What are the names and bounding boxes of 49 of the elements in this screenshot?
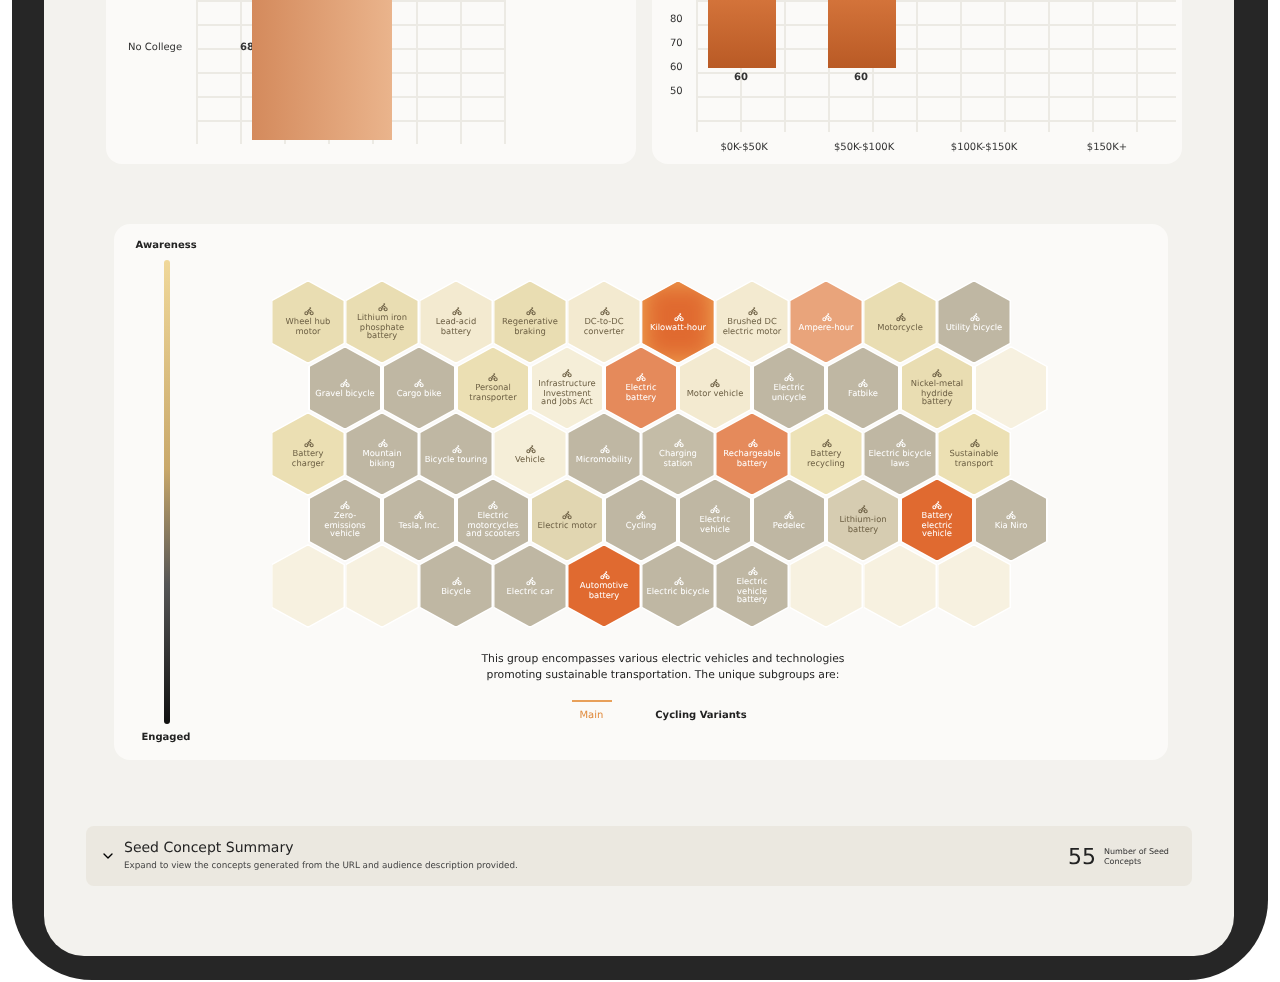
concept-count: 55 — [1068, 843, 1096, 869]
bicycle-icon — [451, 443, 461, 454]
bicycle-icon — [747, 438, 757, 449]
bicycle-icon — [895, 438, 905, 449]
bicycle-icon — [710, 504, 720, 515]
bicycle-icon — [414, 509, 424, 520]
bicycle-icon — [525, 443, 535, 454]
chart-bar — [828, 0, 896, 68]
bicycle-icon — [932, 499, 942, 510]
bicycle-icon — [821, 311, 831, 322]
bicycle-icon — [784, 509, 794, 520]
bicycle-icon — [377, 301, 387, 312]
bicycle-icon — [784, 372, 794, 383]
bicycle-icon — [525, 306, 535, 317]
bicycle-icon — [747, 306, 757, 317]
bicycle-icon — [747, 565, 757, 576]
bicycle-icon — [599, 443, 609, 454]
bicycle-icon — [673, 575, 683, 586]
bicycle-icon — [525, 575, 535, 586]
bicycle-icon — [636, 509, 646, 520]
bicycle-icon — [673, 311, 683, 322]
bicycle-icon — [932, 367, 942, 378]
bicycle-icon — [969, 311, 979, 322]
bicycle-icon — [414, 377, 424, 388]
bicycle-icon — [488, 499, 498, 510]
bicycle-icon — [636, 372, 646, 383]
bicycle-icon — [488, 372, 498, 383]
bicycle-icon — [451, 306, 461, 317]
bicycle-icon — [599, 570, 609, 581]
bicycle-icon — [340, 499, 350, 510]
bicycle-icon — [451, 575, 461, 586]
bicycle-icon — [710, 377, 720, 388]
bicycle-icon — [821, 438, 831, 449]
bicycle-icon — [562, 509, 572, 520]
bicycle-icon — [969, 438, 979, 449]
bicycle-icon — [599, 306, 609, 317]
bicycle-icon — [673, 438, 683, 449]
bicycle-icon — [562, 367, 572, 378]
bicycle-icon — [377, 438, 387, 449]
bicycle-icon — [340, 377, 350, 388]
bicycle-icon — [1006, 509, 1016, 520]
bicycle-icon — [895, 311, 905, 322]
chart-bar — [252, 0, 392, 140]
bicycle-icon — [858, 377, 868, 388]
bicycle-icon — [303, 306, 313, 317]
chart-bar — [708, 0, 776, 68]
bicycle-icon — [858, 504, 868, 515]
chevron-down-icon[interactable] — [100, 848, 116, 864]
bicycle-icon — [303, 438, 313, 449]
